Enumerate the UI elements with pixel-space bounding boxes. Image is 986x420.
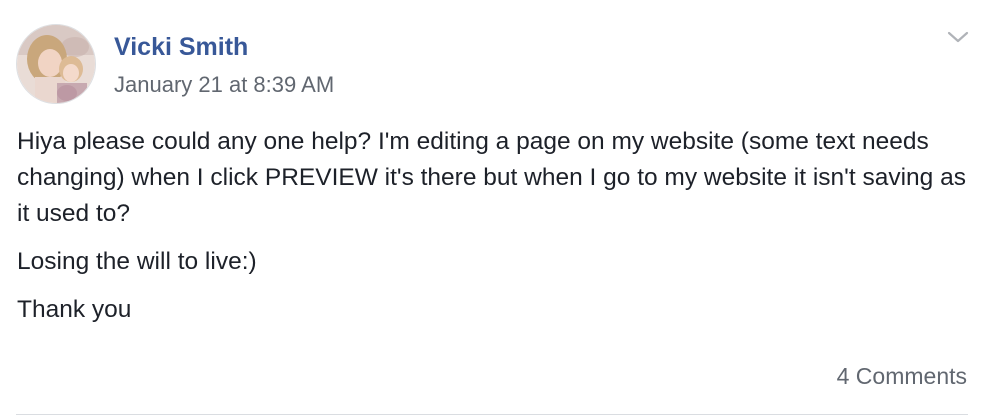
post-paragraph: Losing the will to live:) xyxy=(17,248,257,275)
post-paragraph: Thank you xyxy=(17,296,132,323)
post-paragraph: Hiya please could any one help? I'm edit… xyxy=(17,128,966,227)
chevron-down-icon[interactable] xyxy=(946,28,970,46)
post-card: Vicki Smith January 21 at 8:39 AM Hiya p… xyxy=(0,0,986,420)
avatar-photo xyxy=(17,25,95,103)
comments-count-link[interactable]: 4 Comments xyxy=(837,360,967,392)
post-message: Hiya please could any one help? I'm edit… xyxy=(17,124,972,340)
author-name-link[interactable]: Vicki Smith xyxy=(114,30,248,64)
author-avatar[interactable] xyxy=(16,24,96,104)
divider xyxy=(16,414,968,415)
post-timestamp-link[interactable]: January 21 at 8:39 AM xyxy=(114,70,334,100)
